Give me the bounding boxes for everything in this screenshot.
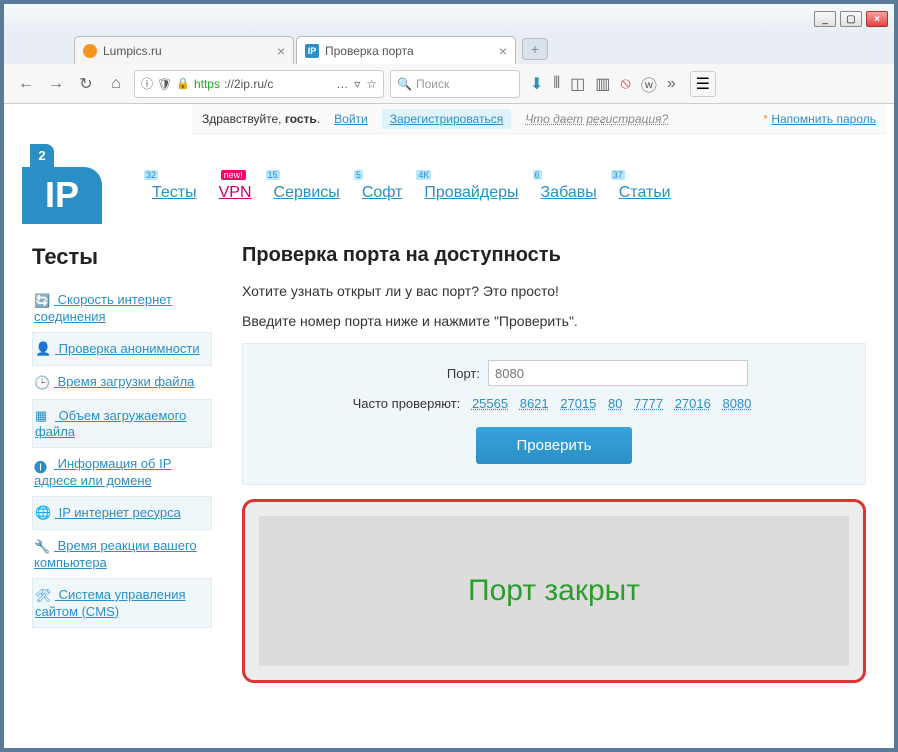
nav-tests[interactable]: 32Тесты bbox=[152, 184, 197, 202]
info-icon[interactable]: ⓘ bbox=[141, 75, 153, 92]
port-link[interactable]: 25565 bbox=[472, 396, 508, 411]
page-title: Проверка порта на доступность bbox=[242, 244, 866, 267]
port-link[interactable]: 80 bbox=[608, 396, 622, 411]
result-text: Порт закрыт bbox=[468, 574, 640, 608]
port-link[interactable]: 27015 bbox=[560, 396, 596, 411]
lumpics-icon bbox=[83, 44, 97, 58]
port-link[interactable]: 27016 bbox=[675, 396, 711, 411]
window-titlebar: _ ▢ × bbox=[4, 4, 894, 34]
port-input[interactable] bbox=[488, 360, 748, 386]
what-gives-link[interactable]: Что дает регистрация? bbox=[525, 112, 668, 126]
close-icon[interactable]: × bbox=[277, 43, 285, 59]
file-icon: ▦ bbox=[35, 408, 51, 424]
tab-lumpics[interactable]: Lumpics.ru × bbox=[74, 36, 294, 64]
remind-password-link[interactable]: Напомнить пароль bbox=[771, 112, 876, 126]
forward-button[interactable]: → bbox=[44, 72, 68, 96]
2ip-icon: IP bbox=[305, 44, 319, 58]
logo-top: 2 bbox=[30, 144, 54, 167]
downloads-icon[interactable]: ⬇ bbox=[530, 74, 543, 94]
noscript-icon[interactable]: ⦸ bbox=[620, 75, 630, 93]
sidebar-icon[interactable]: ◫ bbox=[570, 74, 585, 94]
sidebar-item-downloadtime[interactable]: 🕒 Время загрузки файла bbox=[32, 366, 212, 399]
port-link[interactable]: 8621 bbox=[520, 396, 549, 411]
tab-port-check[interactable]: IP Проверка порта × bbox=[296, 36, 516, 64]
cms-icon: 🛠 bbox=[35, 588, 51, 604]
anon-icon: 👤 bbox=[35, 341, 51, 357]
greeting: Здравствуйте, гость. bbox=[202, 112, 320, 126]
nav-fun[interactable]: 6Забавы bbox=[541, 184, 597, 202]
close-button[interactable]: × bbox=[866, 11, 888, 27]
pocket-icon[interactable]: ▿ bbox=[354, 77, 360, 91]
logo-main: IP bbox=[22, 167, 102, 224]
sidebar-item-reaction[interactable]: 🔧 Время реакции вашего компьютера bbox=[32, 530, 212, 578]
port-form: Порт: Часто проверяют: 25565 8621 27015 … bbox=[242, 343, 866, 485]
reload-button[interactable]: ↻ bbox=[74, 72, 98, 96]
close-icon[interactable]: × bbox=[499, 43, 507, 59]
tab-label: Lumpics.ru bbox=[103, 44, 162, 58]
search-placeholder: Поиск bbox=[416, 77, 449, 91]
sidebar-title: Тесты bbox=[32, 244, 212, 270]
clock-icon: 🕒 bbox=[34, 375, 50, 391]
sidebar-item-anonymity[interactable]: 👤 Проверка анонимности bbox=[32, 332, 212, 367]
address-bar[interactable]: ⓘ 🛡 🔒 https ://2ip.ru/c … ▿ ☆ bbox=[134, 70, 384, 98]
register-link[interactable]: Зарегистрироваться bbox=[382, 109, 511, 129]
more-icon[interactable]: … bbox=[336, 77, 348, 91]
auth-bar: Здравствуйте, гость. Войти Зарегистриров… bbox=[192, 104, 886, 134]
globe-icon: 🌐 bbox=[35, 505, 51, 521]
often-label: Часто проверяют: bbox=[353, 396, 461, 411]
extension-icon[interactable]: ⓦ bbox=[641, 72, 657, 96]
lock-icon: 🔒 bbox=[176, 77, 190, 90]
maximize-button[interactable]: ▢ bbox=[840, 11, 862, 27]
port-link[interactable]: 8080 bbox=[722, 396, 751, 411]
search-icon: 🔍 bbox=[397, 77, 412, 91]
browser-toolbar: ← → ↻ ⌂ ⓘ 🛡 🔒 https ://2ip.ru/c … ▿ ☆ 🔍 П… bbox=[4, 64, 894, 104]
ip-icon: 🅘 bbox=[34, 457, 50, 473]
site-logo[interactable]: 2 IP bbox=[22, 144, 122, 224]
nav-vpn[interactable]: new!VPN bbox=[219, 184, 252, 202]
tab-label: Проверка порта bbox=[325, 44, 414, 58]
result-inner: Порт закрыт bbox=[259, 516, 849, 666]
url-protocol: https bbox=[194, 77, 220, 91]
menu-button[interactable]: ☰ bbox=[690, 71, 716, 97]
search-bar[interactable]: 🔍 Поиск bbox=[390, 70, 520, 98]
main-content: Проверка порта на доступность Хотите узн… bbox=[242, 244, 866, 683]
nav-soft[interactable]: 5Софт bbox=[362, 184, 403, 202]
sidebar-item-speed[interactable]: 🔄 Скорость интернет соединения bbox=[32, 284, 212, 332]
check-button[interactable]: Проверить bbox=[476, 427, 631, 464]
gears-icon: 🔧 bbox=[34, 539, 50, 555]
sidebar-item-cms[interactable]: 🛠 Система управления сайтом (CMS) bbox=[32, 578, 212, 628]
tab-strip: Lumpics.ru × IP Проверка порта × + bbox=[4, 34, 894, 64]
new-tab-button[interactable]: + bbox=[522, 38, 548, 60]
port-label: Порт: bbox=[360, 366, 480, 381]
sidebar-item-siteip[interactable]: 🌐 IP интернет ресурса bbox=[32, 496, 212, 531]
minimize-button[interactable]: _ bbox=[814, 11, 836, 27]
sidebar-item-filesize[interactable]: ▦ Объем загружаемого файла bbox=[32, 399, 212, 449]
login-link[interactable]: Войти bbox=[334, 112, 368, 126]
home-button[interactable]: ⌂ bbox=[104, 72, 128, 96]
nav-articles[interactable]: 37Статьи bbox=[619, 184, 671, 202]
containers-icon[interactable]: ▥ bbox=[595, 74, 610, 94]
often-checked: Часто проверяют: 25565 8621 27015 80 777… bbox=[263, 396, 845, 411]
site-header: 2 IP 32Тесты new!VPN 15Сервисы 5Софт 4KП… bbox=[12, 134, 886, 244]
overflow-icon[interactable]: » bbox=[667, 75, 676, 93]
intro-text-1: Хотите узнать открыт ли у вас порт? Это … bbox=[242, 283, 866, 299]
back-button[interactable]: ← bbox=[14, 72, 38, 96]
nav-providers[interactable]: 4KПровайдеры bbox=[424, 184, 518, 202]
nav-services[interactable]: 15Сервисы bbox=[274, 184, 340, 202]
result-box: Порт закрыт bbox=[242, 499, 866, 683]
sidebar: Тесты 🔄 Скорость интернет соединения 👤 П… bbox=[32, 244, 212, 683]
star-icon: * bbox=[763, 112, 768, 126]
intro-text-2: Введите номер порта ниже и нажмите "Пров… bbox=[242, 313, 866, 329]
main-nav: 32Тесты new!VPN 15Сервисы 5Софт 4KПровай… bbox=[152, 144, 671, 202]
shield-icon[interactable]: 🛡 bbox=[157, 77, 172, 91]
library-icon[interactable]: ⫴ bbox=[553, 75, 560, 93]
speed-icon: 🔄 bbox=[34, 293, 50, 309]
url-host: ://2ip.ru/c bbox=[224, 77, 273, 91]
port-link[interactable]: 7777 bbox=[634, 396, 663, 411]
bookmark-star-icon[interactable]: ☆ bbox=[366, 77, 377, 91]
sidebar-item-ipinfo[interactable]: 🅘 Информация об IP адресе или домене bbox=[32, 448, 212, 496]
